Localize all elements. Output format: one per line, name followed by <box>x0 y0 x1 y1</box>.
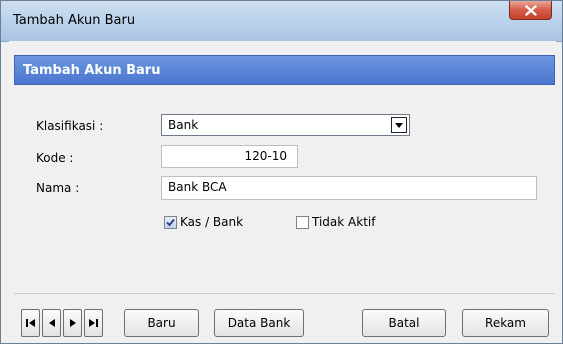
klasifikasi-select[interactable]: Bank <box>161 114 410 136</box>
previous-record-button[interactable] <box>42 309 61 337</box>
kas-bank-checkbox[interactable] <box>164 216 177 229</box>
last-record-button[interactable] <box>84 309 103 337</box>
close-button[interactable] <box>509 1 552 20</box>
nama-label: Nama : <box>36 181 80 195</box>
first-record-icon <box>26 319 35 327</box>
previous-record-icon <box>48 319 55 327</box>
tidak-aktif-checkbox[interactable] <box>296 216 309 229</box>
dialog-window: Tambah Akun Baru Tambah Akun Baru Klasif… <box>0 0 563 344</box>
klasifikasi-label: Klasifikasi : <box>36 119 104 133</box>
form-header: Tambah Akun Baru <box>14 55 555 85</box>
chevron-down-icon[interactable] <box>391 117 407 133</box>
first-record-button[interactable] <box>21 309 40 337</box>
dialog-body: Tambah Akun Baru Klasifikasi : Bank Kode… <box>9 41 556 337</box>
baru-button[interactable]: Baru <box>124 309 199 337</box>
checkmark-icon <box>166 218 175 227</box>
next-record-button[interactable] <box>63 309 82 337</box>
last-record-icon <box>89 319 98 327</box>
batal-button[interactable]: Batal <box>362 309 446 337</box>
kode-label: Kode : <box>36 151 74 165</box>
tidak-aktif-label[interactable]: Tidak Aktif <box>312 215 375 229</box>
klasifikasi-value: Bank <box>168 118 199 132</box>
next-record-icon <box>69 319 76 327</box>
rekam-button[interactable]: Rekam <box>462 309 549 337</box>
button-bar: Baru Data Bank Batal Rekam <box>14 293 555 337</box>
title-bar[interactable]: Tambah Akun Baru <box>1 1 562 42</box>
nama-field[interactable]: Bank BCA <box>161 176 537 200</box>
window-title: Tambah Akun Baru <box>13 13 136 28</box>
kas-bank-label[interactable]: Kas / Bank <box>180 215 243 229</box>
data-bank-button[interactable]: Data Bank <box>214 309 304 337</box>
kode-field[interactable]: 120-10 <box>161 145 298 168</box>
close-icon <box>524 4 537 16</box>
